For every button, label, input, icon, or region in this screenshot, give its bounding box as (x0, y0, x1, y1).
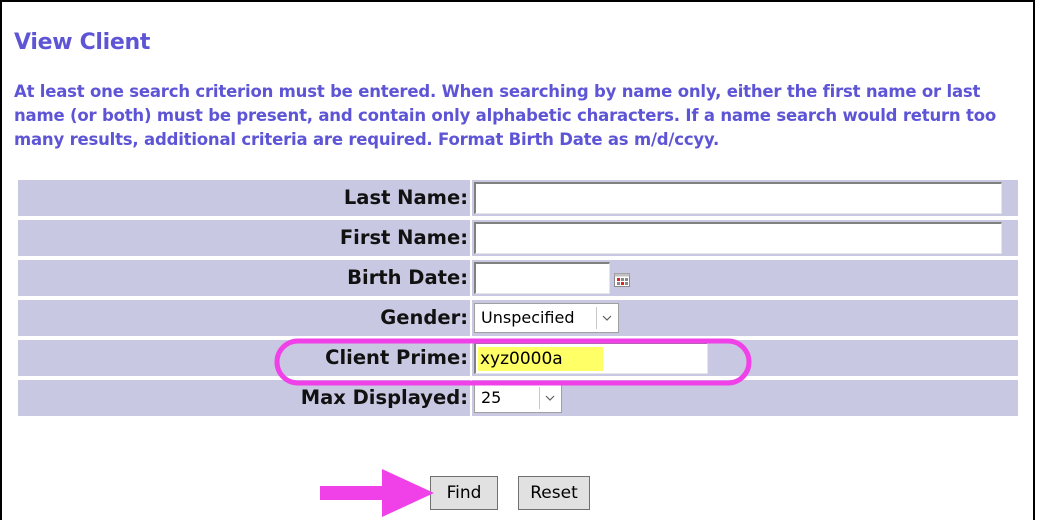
max-displayed-row: Max Displayed: 25 (18, 378, 1018, 418)
gender-label: Gender: (18, 300, 470, 336)
chevron-down-icon (596, 307, 616, 329)
last-name-input[interactable] (474, 182, 1002, 214)
client-prime-input[interactable]: xyz0000a (474, 342, 708, 374)
birth-date-input[interactable] (474, 262, 610, 294)
birth-date-cell (472, 260, 1018, 296)
gender-selected-value: Unspecified (481, 308, 575, 327)
client-prime-label: Client Prime: (18, 340, 470, 376)
birth-date-label: Birth Date: (18, 260, 470, 296)
gender-select[interactable]: Unspecified (474, 303, 619, 333)
client-prime-value: xyz0000a (478, 347, 603, 371)
last-name-cell (472, 180, 1018, 216)
reset-button[interactable]: Reset (518, 476, 590, 510)
gender-cell: Unspecified (472, 300, 1018, 336)
first-name-label: First Name: (18, 220, 470, 256)
max-displayed-label: Max Displayed: (18, 380, 470, 416)
calendar-icon[interactable] (614, 272, 630, 291)
instructions-text: At least one search criterion must be en… (14, 82, 996, 149)
page-title: View Client (14, 30, 151, 55)
max-displayed-cell: 25 (472, 380, 1018, 416)
max-displayed-selected-value: 25 (481, 388, 502, 407)
chevron-down-icon (539, 387, 559, 409)
birth-date-row: Birth Date: (18, 258, 1018, 298)
gender-row: Gender: Unspecified (18, 298, 1018, 338)
max-displayed-select[interactable]: 25 (474, 383, 562, 413)
first-name-cell (472, 220, 1018, 256)
last-name-row: Last Name: (18, 178, 1018, 218)
first-name-row: First Name: (18, 218, 1018, 258)
find-button[interactable]: Find (430, 476, 498, 510)
last-name-label: Last Name: (18, 180, 470, 216)
client-prime-row: Client Prime: xyz0000a (18, 338, 1018, 378)
client-prime-cell: xyz0000a (472, 340, 1018, 376)
first-name-input[interactable] (474, 222, 1002, 254)
